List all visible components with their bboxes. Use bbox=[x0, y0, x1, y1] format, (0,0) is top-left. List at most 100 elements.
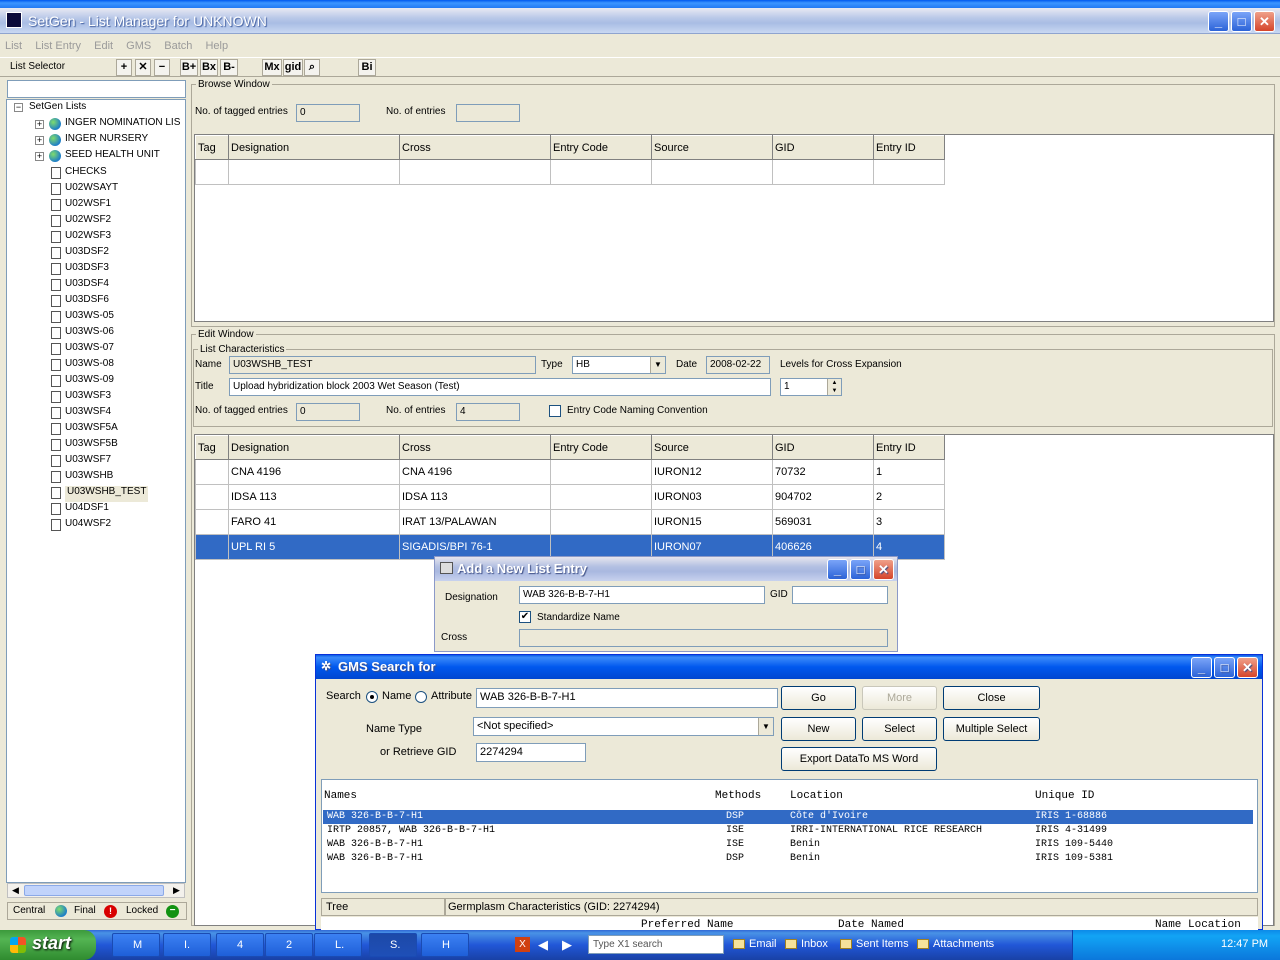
menu-list[interactable]: List bbox=[0, 38, 27, 54]
tree-item[interactable]: U03WS-07 bbox=[65, 342, 114, 358]
go-button[interactable]: Go bbox=[781, 686, 856, 710]
tree-item[interactable]: U03DSF3 bbox=[65, 262, 109, 278]
taskbar-item[interactable]: I. bbox=[163, 933, 211, 957]
tree-scrollbar[interactable]: ◀ ▶ bbox=[7, 883, 185, 898]
menu-list-entry[interactable]: List Entry bbox=[30, 38, 86, 54]
search-box[interactable]: Type X1 search bbox=[588, 935, 724, 954]
cell-source[interactable]: IURON15 bbox=[651, 509, 773, 535]
tree-item[interactable]: U03WSF7 bbox=[65, 454, 111, 470]
name-type-select[interactable]: <Not specified> ▼ bbox=[473, 717, 774, 736]
tree-root[interactable]: SetGen Lists bbox=[29, 101, 86, 117]
taskbar-item[interactable]: 2 bbox=[265, 933, 313, 957]
select-button[interactable]: Select bbox=[862, 717, 937, 741]
x1-icon[interactable]: X bbox=[515, 937, 530, 952]
table-row[interactable] bbox=[195, 159, 945, 185]
result-row[interactable]: WAB 326-B-B-7-H1 DSP Benin IRIS 109-5381 bbox=[323, 852, 1253, 866]
scroll-thumb[interactable] bbox=[24, 885, 164, 896]
b-plus-button[interactable]: B+ bbox=[180, 59, 198, 76]
standardize-checkbox[interactable]: ✔ bbox=[519, 611, 531, 623]
tree-item[interactable]: U03WSHB_TEST bbox=[65, 486, 149, 502]
table-row[interactable]: CNA 4196 CNA 4196 IURON12 70732 1 bbox=[195, 459, 945, 485]
chevron-down-icon[interactable]: ▼ bbox=[650, 357, 665, 373]
tree-item[interactable]: U04DSF1 bbox=[65, 502, 109, 518]
tree-item[interactable]: U03WS-08 bbox=[65, 358, 114, 374]
germplasm-tab[interactable]: Germplasm Characteristics (GID: 2274294) bbox=[445, 898, 1258, 916]
cell-gid[interactable]: 569031 bbox=[772, 509, 874, 535]
cell-tag[interactable] bbox=[195, 534, 229, 560]
close-dialog-button[interactable]: Close bbox=[943, 686, 1040, 710]
gms-close-button[interactable]: ✕ bbox=[1237, 657, 1258, 678]
column-header[interactable]: Entry Code bbox=[550, 135, 652, 160]
tree-item[interactable]: U03WS-06 bbox=[65, 326, 114, 342]
tree-item[interactable]: U03DSF4 bbox=[65, 278, 109, 294]
tree-item[interactable]: U03WSF5B bbox=[65, 438, 118, 454]
close-button[interactable]: ✕ bbox=[1254, 11, 1275, 32]
multiple-select-button[interactable]: Multiple Select bbox=[943, 717, 1040, 741]
type-select[interactable]: HB ▼ bbox=[572, 356, 666, 374]
outlook-link[interactable]: Email bbox=[749, 938, 777, 950]
cell-entry-id[interactable]: 3 bbox=[873, 509, 945, 535]
cross-input[interactable] bbox=[519, 629, 888, 647]
tree-item[interactable]: U03WSF5A bbox=[65, 422, 118, 438]
start-button[interactable]: start bbox=[0, 930, 96, 960]
cell-tag[interactable] bbox=[195, 509, 229, 535]
column-header[interactable]: GID bbox=[772, 435, 874, 460]
cell-entry-id[interactable]: 2 bbox=[873, 484, 945, 510]
cell-cross[interactable]: IDSA 113 bbox=[399, 484, 551, 510]
cell-designation[interactable]: UPL RI 5 bbox=[228, 534, 400, 560]
add-entry-close-button[interactable]: ✕ bbox=[873, 559, 894, 580]
table-row[interactable]: FARO 41 IRAT 13/PALAWAN IURON15 569031 3 bbox=[195, 509, 945, 535]
tree-collapse-icon[interactable]: − bbox=[14, 103, 23, 112]
tree-item[interactable]: U02WSF2 bbox=[65, 214, 111, 230]
mx-button[interactable]: Mx bbox=[262, 59, 282, 76]
bi-button[interactable]: Bi bbox=[358, 59, 376, 76]
col-unique-id[interactable]: Unique ID bbox=[1035, 790, 1094, 802]
cell-cross[interactable]: IRAT 13/PALAWAN bbox=[399, 509, 551, 535]
gms-maximize-button[interactable]: □ bbox=[1214, 657, 1235, 678]
date-field[interactable]: 2008-02-22 bbox=[706, 356, 770, 374]
cell-designation[interactable]: CNA 4196 bbox=[228, 459, 400, 485]
forward-icon[interactable]: ▶ bbox=[562, 937, 572, 953]
tree-group[interactable]: INGER NURSERY bbox=[65, 133, 148, 149]
name-field[interactable]: U03WSHB_TEST bbox=[229, 356, 536, 374]
tree-group[interactable]: SEED HEALTH UNIT bbox=[65, 149, 160, 165]
tree-item[interactable]: U03WSF4 bbox=[65, 406, 111, 422]
tree-item[interactable]: CHECKS bbox=[65, 166, 107, 182]
column-header[interactable]: Tag bbox=[195, 435, 229, 460]
column-header[interactable]: Cross bbox=[399, 435, 551, 460]
taskbar-item[interactable]: S. bbox=[369, 933, 417, 957]
back-icon[interactable]: ◀ bbox=[538, 937, 548, 953]
menu-edit[interactable]: Edit bbox=[89, 38, 118, 54]
col-methods[interactable]: Methods bbox=[715, 790, 761, 802]
cell-gid[interactable]: 70732 bbox=[772, 459, 874, 485]
search-input[interactable]: WAB 326-B-B-7-H1 bbox=[476, 688, 778, 708]
column-header[interactable]: Entry Code bbox=[550, 435, 652, 460]
cell-entry-code[interactable] bbox=[550, 459, 652, 485]
chevron-down-icon[interactable]: ▼ bbox=[758, 718, 773, 735]
cell-source[interactable]: IURON12 bbox=[651, 459, 773, 485]
tree-item[interactable]: U02WSAYT bbox=[65, 182, 118, 198]
minimize-button[interactable]: _ bbox=[1208, 11, 1229, 32]
result-row[interactable]: WAB 326-B-B-7-H1 ISE Benin IRIS 109-5440 bbox=[323, 838, 1253, 852]
cell-tag[interactable] bbox=[195, 459, 229, 485]
cell-source[interactable]: IURON03 bbox=[651, 484, 773, 510]
tree-item[interactable]: U02WSF1 bbox=[65, 198, 111, 214]
tree-item[interactable]: U03WSHB bbox=[65, 470, 113, 486]
bx-button[interactable]: Bx bbox=[200, 59, 218, 76]
retrieve-gid-input[interactable]: 2274294 bbox=[476, 743, 586, 762]
remove-list-button[interactable]: − bbox=[154, 59, 170, 76]
col-names[interactable]: Names bbox=[324, 790, 357, 802]
tree-expand-icon[interactable]: + bbox=[35, 152, 44, 161]
maximize-button[interactable]: □ bbox=[1231, 11, 1252, 32]
column-header[interactable]: Source bbox=[651, 135, 773, 160]
column-header[interactable]: Designation bbox=[228, 135, 400, 160]
name-radio[interactable] bbox=[366, 691, 378, 703]
tree-group[interactable]: INGER NOMINATION LIS bbox=[65, 117, 180, 133]
stepper-arrows-icon[interactable]: ▲ ▼ bbox=[827, 379, 841, 395]
menu-help[interactable]: Help bbox=[200, 38, 233, 54]
designation-input[interactable]: WAB 326-B-B-7-H1 bbox=[519, 586, 765, 604]
tree-item[interactable]: U02WSF3 bbox=[65, 230, 111, 246]
levels-stepper[interactable]: 1 ▲ ▼ bbox=[780, 378, 842, 396]
naming-convention-checkbox[interactable] bbox=[549, 405, 561, 417]
b-minus-button[interactable]: B- bbox=[220, 59, 238, 76]
